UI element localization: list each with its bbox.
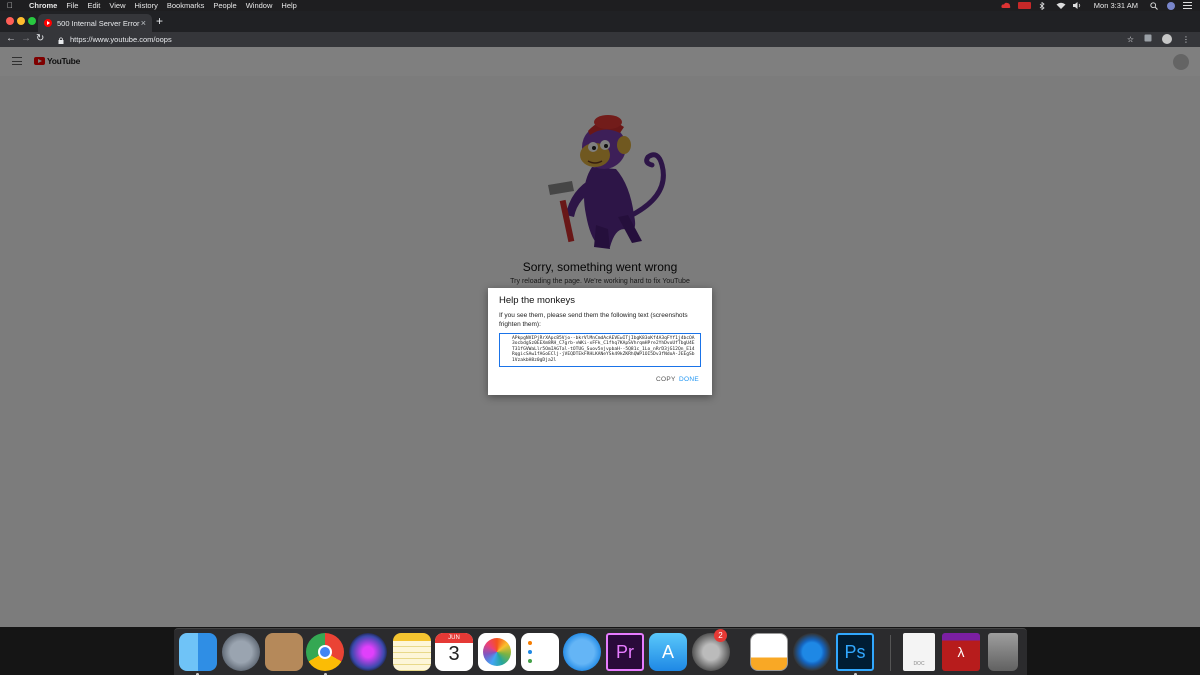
- quicktime-icon[interactable]: [793, 633, 831, 671]
- menu-window[interactable]: Window: [246, 1, 273, 10]
- profile-avatar[interactable]: [1162, 34, 1172, 44]
- app-store-glyph: A: [661, 641, 674, 662]
- done-button[interactable]: DONE: [679, 376, 699, 383]
- wifi-icon[interactable]: [1056, 2, 1066, 9]
- menu-view[interactable]: View: [109, 1, 125, 10]
- url-text: https://www.youtube.com/oops: [70, 35, 172, 44]
- app-store-icon[interactable]: A: [649, 633, 687, 671]
- youtube-favicon-icon: [44, 19, 52, 27]
- notification-badge: 2: [714, 629, 727, 642]
- macos-dock: JUN 3 Pr A 2 Ps DOC λ: [174, 628, 1027, 675]
- reminders-icon[interactable]: [521, 633, 559, 671]
- finder-icon[interactable]: [179, 633, 217, 671]
- new-tab-button[interactable]: +: [156, 14, 163, 28]
- menu-help[interactable]: Help: [281, 1, 296, 10]
- acrobat-glyph: λ: [957, 644, 965, 660]
- bluetooth-icon[interactable]: [1039, 1, 1048, 11]
- dialog-title: Help the monkeys: [499, 295, 576, 306]
- dialog-message: If you see them, please send them the fo…: [499, 312, 688, 328]
- macos-menu-bar:  Chrome File Edit View History Bookmark…: [0, 0, 1200, 11]
- menu-clock[interactable]: Mon 3:31 AM: [1094, 1, 1138, 10]
- forward-arrow-icon[interactable]: →: [21, 33, 31, 44]
- creative-cloud-icon[interactable]: [1001, 2, 1011, 9]
- document-file-label: DOC: [913, 661, 925, 667]
- address-bar[interactable]: https://www.youtube.com/oops: [52, 33, 1122, 46]
- preview-icon[interactable]: [750, 633, 788, 671]
- calendar-day: 3: [448, 643, 460, 665]
- lock-icon: [58, 36, 64, 44]
- spotlight-icon[interactable]: [1150, 2, 1159, 10]
- notes-icon[interactable]: [393, 633, 431, 671]
- tab-title: 500 Internal Server Error: [57, 18, 140, 28]
- back-arrow-icon[interactable]: ←: [6, 33, 16, 44]
- chrome-icon[interactable]: [306, 633, 344, 671]
- calendar-month: JUN: [435, 633, 473, 643]
- window-close-button[interactable]: [6, 17, 14, 25]
- menu-app-chrome[interactable]: Chrome: [29, 1, 57, 10]
- chrome-menu-icon[interactable]: ⋮: [1182, 35, 1190, 44]
- photoshop-label: Ps: [844, 641, 866, 662]
- menu-edit[interactable]: Edit: [87, 1, 100, 10]
- messages-icon[interactable]: [563, 633, 601, 671]
- pdf-folder-icon[interactable]: λ: [942, 633, 980, 671]
- error-code-textarea[interactable]: APkpgNVIPjRrXApc85Vjo--bkrVlMnCmdAcAEVEw…: [499, 333, 701, 367]
- menu-people[interactable]: People: [213, 1, 236, 10]
- document-file-icon[interactable]: DOC: [903, 633, 935, 671]
- recording-indicator-icon[interactable]: [1017, 2, 1031, 9]
- siri-icon[interactable]: [349, 633, 387, 671]
- trash-icon[interactable]: [988, 633, 1018, 671]
- browser-tab-strip: 500 Internal Server Error × +: [0, 11, 1200, 32]
- help-the-monkeys-dialog: Help the monkeys If you see them, please…: [488, 288, 712, 395]
- reload-icon[interactable]: ↻: [36, 33, 44, 44]
- user-account-icon[interactable]: [1167, 1, 1175, 10]
- window-zoom-button[interactable]: [28, 17, 36, 25]
- tab-close-icon[interactable]: ×: [141, 18, 146, 28]
- copy-button[interactable]: COPY: [656, 376, 676, 383]
- photoshop-icon[interactable]: Ps: [836, 633, 874, 671]
- menu-history[interactable]: History: [135, 1, 158, 10]
- notification-center-icon[interactable]: [1183, 2, 1192, 9]
- status-menu-area: Mon 3:31 AM: [1001, 0, 1192, 11]
- extension-icon[interactable]: [1144, 34, 1152, 44]
- bookmark-star-icon[interactable]: ☆: [1127, 35, 1134, 44]
- photos-icon[interactable]: [478, 633, 516, 671]
- menu-bookmarks[interactable]: Bookmarks: [167, 1, 205, 10]
- browser-tab[interactable]: 500 Internal Server Error ×: [38, 14, 152, 32]
- contacts-icon[interactable]: [265, 633, 303, 671]
- premiere-pro-icon[interactable]: Pr: [606, 633, 644, 671]
- volume-icon[interactable]: [1072, 2, 1082, 9]
- browser-toolbar: ← → ↻ https://www.youtube.com/oops ☆ ⋮: [0, 32, 1200, 47]
- menu-file[interactable]: File: [66, 1, 78, 10]
- dock-separator: [890, 635, 891, 671]
- premiere-label: Pr: [616, 641, 634, 662]
- window-minimize-button[interactable]: [17, 17, 25, 25]
- calendar-icon[interactable]: JUN 3: [435, 633, 473, 671]
- launchpad-icon[interactable]: [222, 633, 260, 671]
- apple-icon[interactable]: : [7, 1, 17, 10]
